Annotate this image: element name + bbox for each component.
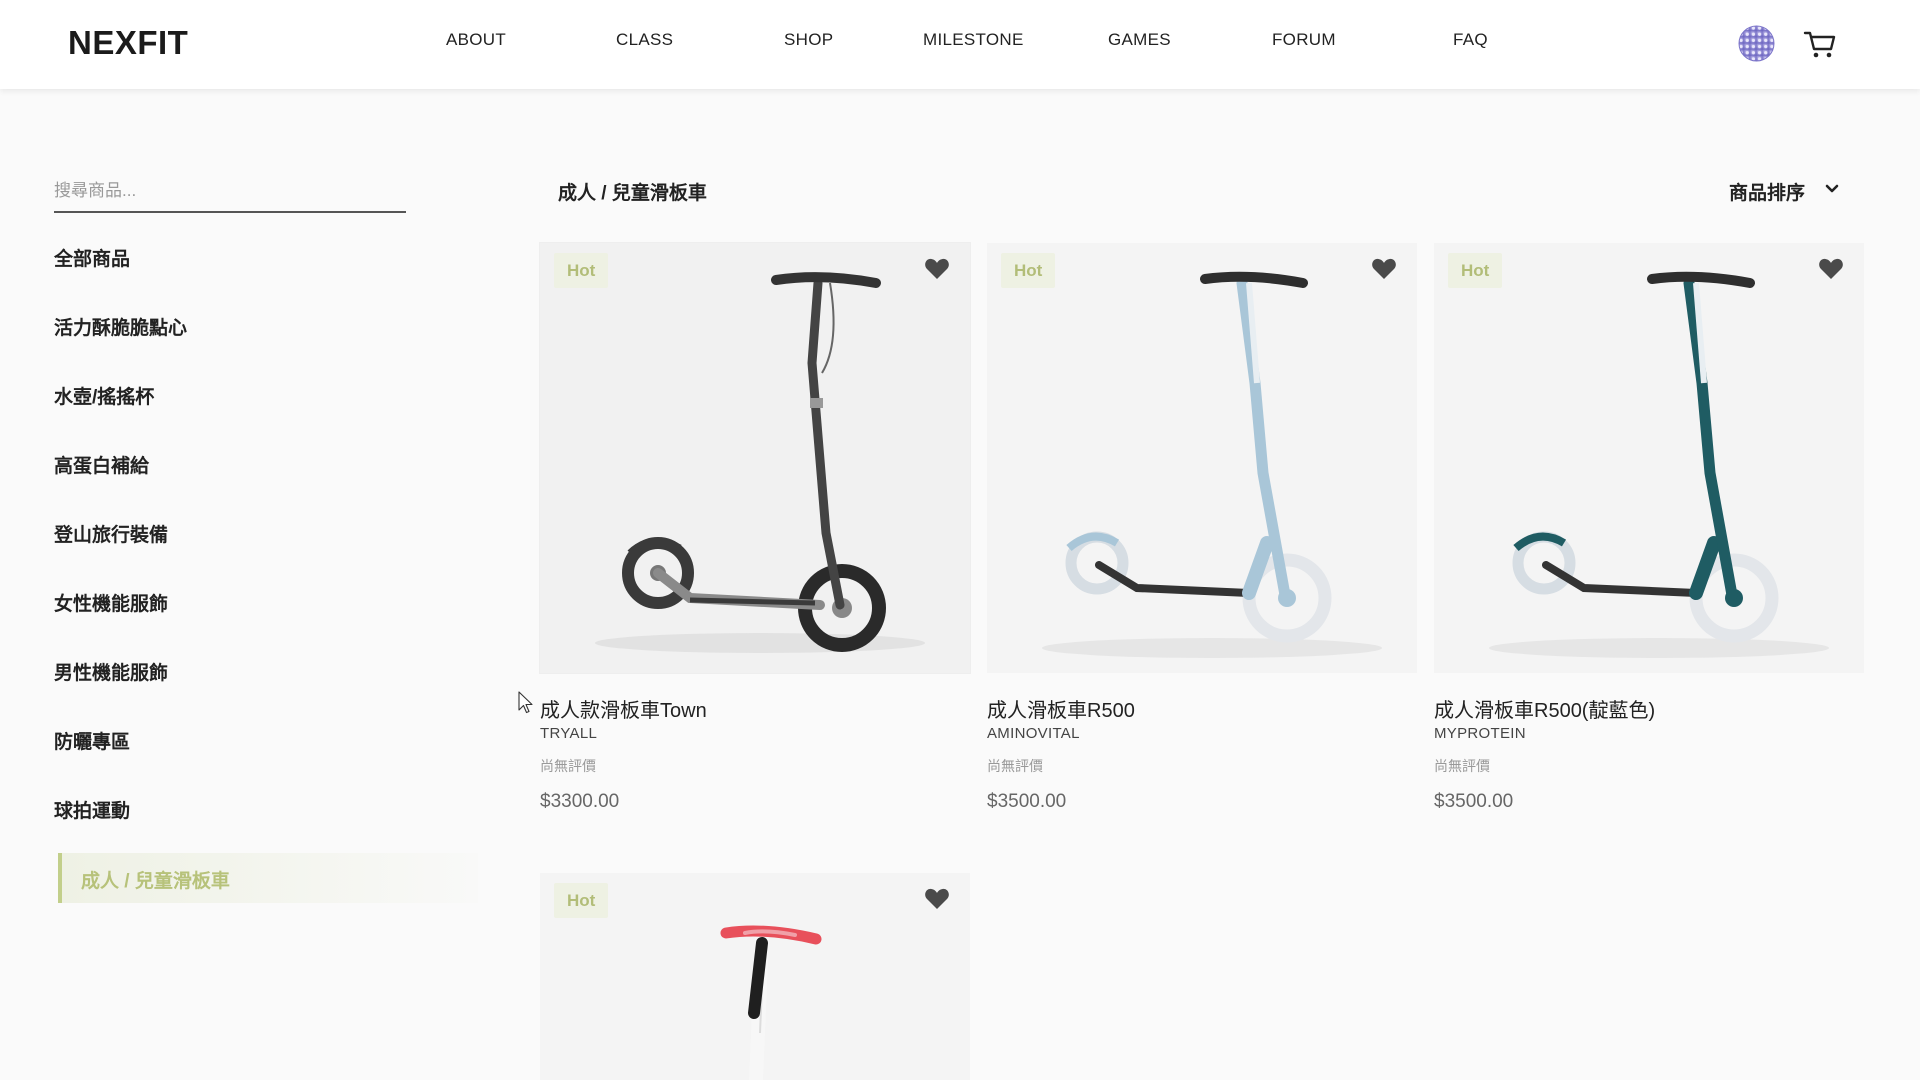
product-rating: 尚無評價	[987, 758, 1043, 774]
nav-class[interactable]: CLASS	[616, 30, 673, 50]
nav-about[interactable]: ABOUT	[446, 30, 506, 50]
product-brand: AMINOVITAL	[987, 725, 1080, 742]
globe-icon[interactable]	[1738, 25, 1775, 62]
product-price: $3300.00	[540, 791, 620, 812]
product-card-image[interactable]: Hot	[540, 243, 970, 673]
search-input[interactable]	[54, 172, 406, 210]
category-women-wear[interactable]: 女性機能服飾	[54, 589, 168, 616]
nav-forum[interactable]: FORUM	[1272, 30, 1336, 50]
hot-badge: Hot	[1001, 253, 1056, 288]
logo[interactable]: NEXFIT	[68, 24, 188, 62]
product-price: $3500.00	[1434, 791, 1514, 812]
scooter-image	[1489, 271, 1829, 658]
category-snacks[interactable]: 活力酥脆脆點心	[54, 313, 187, 340]
heart-icon[interactable]	[1371, 257, 1397, 281]
category-sunscreen[interactable]: 防曬專區	[54, 727, 130, 754]
sort-dropdown[interactable]: 商品排序	[1729, 178, 1805, 205]
heart-icon[interactable]	[1818, 257, 1844, 281]
category-scooters-active[interactable]: 成人 / 兒童滑板車	[58, 853, 478, 903]
nav-games[interactable]: GAMES	[1108, 30, 1171, 50]
category-racket-sports[interactable]: 球拍運動	[54, 796, 130, 823]
product-name[interactable]: 成人滑板車R500	[987, 694, 1135, 723]
category-all[interactable]: 全部商品	[54, 244, 130, 271]
hot-badge: Hot	[554, 883, 609, 918]
category-bottles[interactable]: 水壺/搖搖杯	[54, 382, 154, 409]
category-men-wear[interactable]: 男性機能服飾	[54, 658, 168, 685]
chevron-down-icon[interactable]	[1823, 180, 1841, 198]
product-rating: 尚無評價	[1434, 758, 1490, 774]
cart-icon[interactable]	[1802, 26, 1838, 62]
top-header: NEXFIT ABOUT CLASS SHOP MILESTONE GAMES …	[0, 0, 1920, 89]
nav-milestone[interactable]: MILESTONE	[923, 30, 1024, 50]
nav-faq[interactable]: FAQ	[1453, 30, 1488, 50]
product-name[interactable]: 成人款滑板車Town	[540, 694, 707, 723]
breadcrumb: 成人 / 兒童滑板車	[558, 183, 707, 204]
nav-shop[interactable]: SHOP	[784, 30, 833, 50]
product-price: $3500.00	[987, 791, 1067, 812]
category-protein[interactable]: 高蛋白補給	[54, 451, 149, 478]
product-name[interactable]: 成人滑板車R500(靛藍色)	[1434, 694, 1655, 723]
product-brand: MYPROTEIN	[1434, 725, 1526, 742]
hot-badge: Hot	[1448, 253, 1503, 288]
product-brand: TRYALL	[540, 725, 598, 742]
product-card-image[interactable]: Hot	[1434, 243, 1864, 673]
category-scooters-label: 成人 / 兒童滑板車	[81, 871, 230, 892]
product-card-image[interactable]: Hot	[987, 243, 1417, 673]
scooter-image	[595, 272, 925, 653]
heart-icon[interactable]	[924, 257, 950, 281]
product-card-image[interactable]: Hot	[540, 873, 970, 1080]
mouse-cursor-icon	[518, 691, 533, 714]
scooter-image	[1042, 271, 1382, 658]
search-box	[54, 172, 406, 213]
product-rating: 尚無評價	[540, 758, 596, 774]
heart-icon[interactable]	[924, 887, 950, 911]
hot-badge: Hot	[554, 253, 609, 288]
category-hiking[interactable]: 登山旅行裝備	[54, 520, 168, 547]
